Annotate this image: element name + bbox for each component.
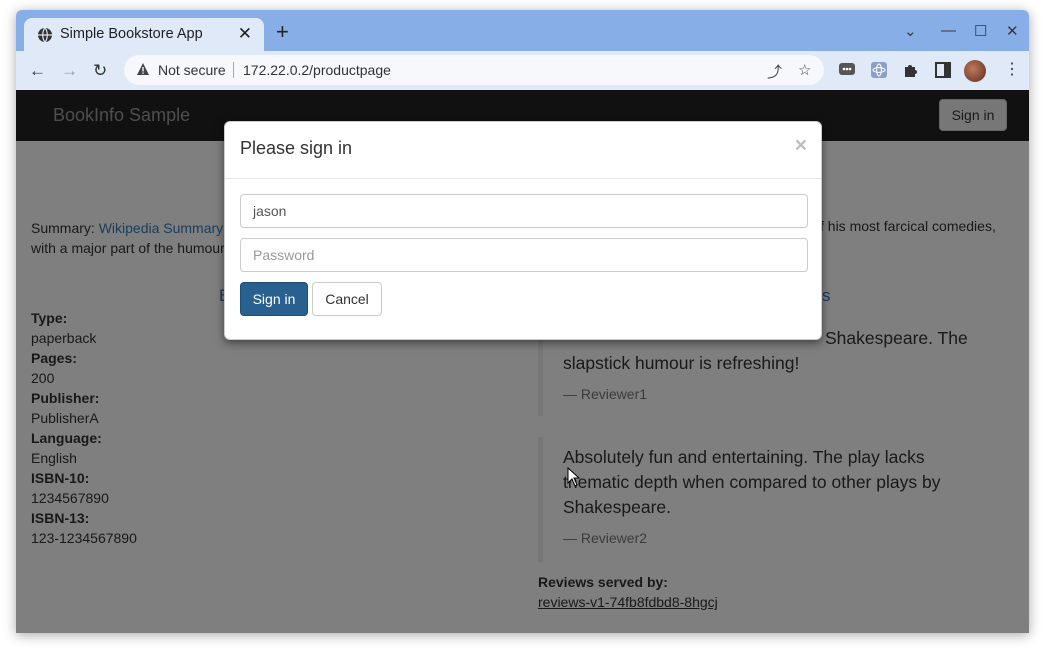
window-close-icon[interactable]: ✕ xyxy=(1006,22,1019,40)
warning-icon xyxy=(137,63,149,75)
password-field[interactable]: Password xyxy=(240,238,808,272)
mouse-cursor-icon xyxy=(567,467,581,487)
puzzle-icon[interactable] xyxy=(902,61,920,79)
forward-icon[interactable]: → xyxy=(61,61,78,81)
tab-active[interactable]: Simple Bookstore App ✕ xyxy=(24,18,264,51)
star-icon[interactable]: ☆ xyxy=(798,61,811,79)
extension-chat-icon[interactable] xyxy=(838,61,856,79)
cancel-button[interactable]: Cancel xyxy=(312,282,382,316)
not-secure-label[interactable]: Not secure xyxy=(158,62,226,78)
modal-title: Please sign in xyxy=(240,138,353,158)
back-icon[interactable]: ← xyxy=(29,61,46,81)
url-text[interactable]: 172.22.0.2/productpage xyxy=(243,62,391,78)
browser-window: Simple Bookstore App ✕ + ⌄ — ☐ ✕ ← → ↻ N… xyxy=(16,10,1029,633)
minimize-icon[interactable]: — xyxy=(941,22,956,39)
share-icon[interactable]: ⤴ xyxy=(767,61,782,82)
tab-search-icon[interactable]: ⌄ xyxy=(904,22,917,40)
browser-toolbar: ← → ↻ Not secure 172.22.0.2/productpage … xyxy=(16,51,1029,90)
username-field[interactable]: jason xyxy=(240,194,808,228)
tab-title: Simple Bookstore App xyxy=(60,26,203,42)
reload-icon[interactable]: ↻ xyxy=(93,61,107,81)
address-bar[interactable]: Not secure 172.22.0.2/productpage ⤴ ☆ xyxy=(124,55,824,85)
side-panel-icon[interactable] xyxy=(934,61,952,79)
close-icon[interactable]: × xyxy=(795,134,807,158)
maximize-icon[interactable]: ☐ xyxy=(974,22,987,40)
globe-icon xyxy=(38,27,52,43)
tab-strip: Simple Bookstore App ✕ + ⌄ — ☐ ✕ xyxy=(16,10,1029,51)
new-tab-icon[interactable]: + xyxy=(276,21,289,43)
profile-avatar[interactable] xyxy=(964,60,986,82)
sign-in-modal: Please sign in × jason Password Sign in … xyxy=(224,121,822,340)
omnibox-separator xyxy=(233,62,234,78)
extension-react-icon[interactable] xyxy=(870,61,888,79)
kebab-menu-icon[interactable]: ⋮ xyxy=(1004,59,1020,79)
sign-in-button[interactable]: Sign in xyxy=(240,282,308,316)
tab-close-icon[interactable]: ✕ xyxy=(238,24,252,44)
page-content: BookInfo Sample Sign in Summary: Wikiped… xyxy=(16,90,1029,633)
modal-divider xyxy=(225,178,821,179)
